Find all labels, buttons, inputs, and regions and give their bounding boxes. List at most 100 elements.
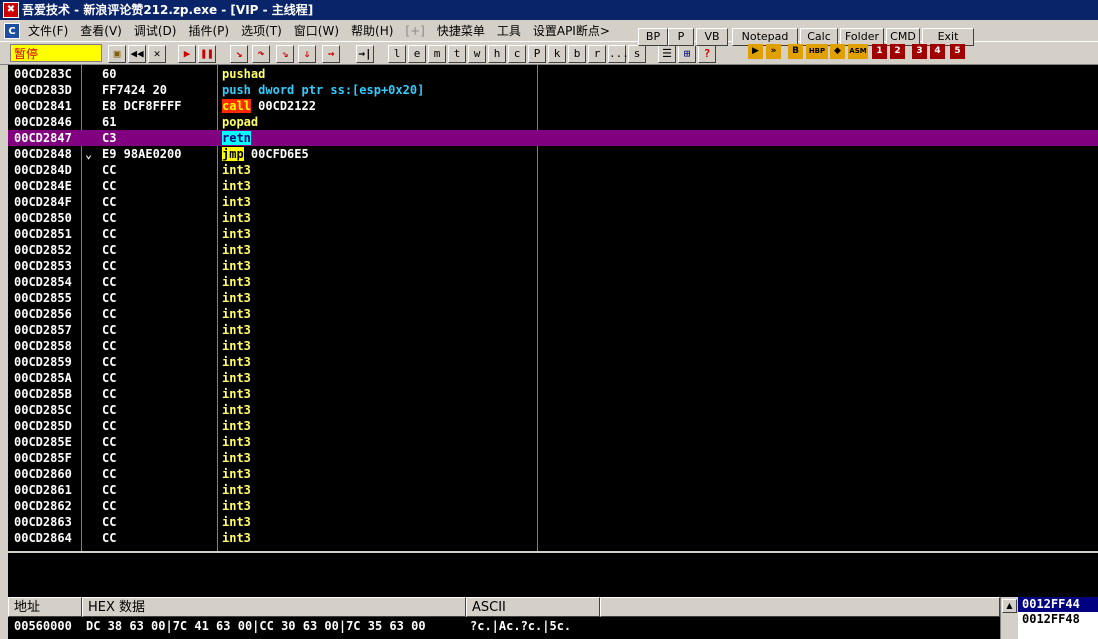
disasm-row[interactable]: 00CD285C CC int3 [8,402,1098,418]
close-icon[interactable]: ✕ [148,45,166,63]
cpu-window-icon[interactable]: C [4,22,20,39]
menu-window[interactable]: 窗口(W) [288,22,345,39]
toolbar-run-trace[interactable]: ... [608,45,629,63]
disasm-row[interactable]: 00CD285A CC int3 [8,370,1098,386]
disasm-instruction: call 00CD2122 [222,98,316,114]
options-icon[interactable]: ⊞ [678,45,696,63]
step-over-icon[interactable]: ↷ [252,45,270,63]
toolbar-callstack[interactable]: k [548,45,566,63]
stack-pane[interactable]: 0012FF44 0012FF48 [1018,597,1098,639]
list-icon[interactable]: ☰ [658,45,676,63]
execute-till-return-icon[interactable]: → [322,45,340,63]
trace-over-icon[interactable]: ⇓ [298,45,316,63]
menu-options[interactable]: 选项(T) [235,22,288,39]
toolbar-patches[interactable]: P [528,45,546,63]
toolbar-windows[interactable]: w [468,45,486,63]
disasm-row[interactable]: 00CD2861 CC int3 [8,482,1098,498]
disasm-address: 00CD283D [14,83,72,97]
gear-icon[interactable]: ◆ [830,44,845,59]
slot-1-icon[interactable]: 1 [872,44,887,59]
menu-view[interactable]: 查看(V) [74,22,128,39]
p-button[interactable]: P [668,28,694,46]
menu-debug[interactable]: 调试(D) [128,22,183,39]
stack-row[interactable]: 0012FF48 [1018,612,1098,627]
disasm-row[interactable]: 00CD2857 CC int3 [8,322,1098,338]
disasm-row[interactable]: 00CD2848 ⌄ E9 98AE0200 jmp 00CFD6E5 [8,146,1098,162]
disasm-row[interactable]: 00CD2859 CC int3 [8,354,1098,370]
bp-button[interactable]: BP [638,28,668,46]
slot-5-icon[interactable]: 5 [950,44,965,59]
dump-pane[interactable]: 00560000 DC 38 63 00|7C 41 63 00|CC 30 63… [8,617,1000,639]
script-icon[interactable]: B [788,44,803,59]
disasm-row[interactable]: 00CD285F CC int3 [8,450,1098,466]
vb-button[interactable]: VB [696,28,728,46]
disasm-row[interactable]: 00CD2851 CC int3 [8,226,1098,242]
toolbar-memory[interactable]: m [428,45,446,63]
toolbar-references[interactable]: r [588,45,606,63]
disasm-row[interactable]: 00CD2852 CC int3 [8,242,1098,258]
disasm-row[interactable]: 00CD2855 CC int3 [8,290,1098,306]
slot-3-icon[interactable]: 3 [912,44,927,59]
stack-row[interactable]: 0012FF44 [1018,597,1098,612]
menu-plugins[interactable]: 插件(P) [182,22,235,39]
disasm-row[interactable]: 00CD2862 CC int3 [8,498,1098,514]
toolbar-threads[interactable]: t [448,45,466,63]
toolbar-log[interactable]: l [388,45,406,63]
restart-icon[interactable]: ◀◀ [128,45,146,63]
disasm-row[interactable]: 00CD2860 CC int3 [8,466,1098,482]
menu-help[interactable]: 帮助(H) [345,22,399,39]
pause-icon[interactable]: ❚❚ [198,45,216,63]
disasm-row[interactable]: 00CD2858 CC int3 [8,338,1098,354]
disasm-row[interactable]: 00CD2853 CC int3 [8,258,1098,274]
disasm-mnemonic: int3 [222,179,251,193]
asm-icon[interactable]: ASM [848,44,868,59]
disasm-row[interactable]: 00CD284F CC int3 [8,194,1098,210]
toolbar-modules[interactable]: e [408,45,426,63]
menu-shortcuts[interactable]: 快捷菜单 [431,22,491,39]
open-icon[interactable]: ▣ [108,45,126,63]
disasm-row[interactable]: 00CD2850 CC int3 [8,210,1098,226]
dump-col-address[interactable]: 地址 [8,597,82,617]
menu-tools[interactable]: 工具 [491,22,527,39]
disasm-address: 00CD2859 [14,355,72,369]
disasm-row[interactable]: 00CD2864 CC int3 [8,530,1098,546]
slot-4-icon[interactable]: 4 [930,44,945,59]
disasm-row[interactable]: 00CD285E CC int3 [8,434,1098,450]
run-plugin-icon[interactable]: ▶ [748,44,763,59]
disasm-row[interactable]: 00CD283D FF7424 20 push dword ptr ss:[esp+… [8,82,1098,98]
disasm-mnemonic: int3 [222,259,251,273]
disasm-row[interactable]: 00CD2841 E8 DCF8FFFF call 00CD2122 [8,98,1098,114]
dump-col-ascii[interactable]: ASCII [466,597,600,617]
disasm-row[interactable]: 00CD285D CC int3 [8,418,1098,434]
run-icon[interactable]: ▶ [178,45,196,63]
hbp-icon[interactable]: HBP [806,44,828,59]
menu-plus[interactable]: [+] [399,24,430,38]
goto-icon[interactable]: →| [356,45,374,63]
menu-file[interactable]: 文件(F) [22,22,74,39]
toolbar-cpu[interactable]: c [508,45,526,63]
step-into-icon[interactable]: ↘ [230,45,248,63]
stack-scrollbar[interactable]: ▲ [1000,597,1018,639]
dump-col-hex[interactable]: HEX 数据 [82,597,466,617]
disasm-row[interactable]: 00CD2847 C3 retn [8,130,1098,146]
forward-icon[interactable]: » [766,44,781,59]
disasm-row[interactable]: 00CD2846 61 popad [8,114,1098,130]
disassembly-pane[interactable]: 00CD283C 60 pushad 00CD283D FF7424 20 push dw… [8,65,1098,551]
disasm-address: 00CD285F [14,451,72,465]
disasm-row[interactable]: 00CD284D CC int3 [8,162,1098,178]
disasm-row[interactable]: 00CD284E CC int3 [8,178,1098,194]
slot-2-icon[interactable]: 2 [890,44,905,59]
scroll-up-icon[interactable]: ▲ [1002,599,1017,613]
trace-into-icon[interactable]: ⇘ [276,45,294,63]
toolbar-breakpoints[interactable]: b [568,45,586,63]
disasm-row[interactable]: 00CD2856 CC int3 [8,306,1098,322]
toolbar-source[interactable]: s [628,45,646,63]
help-icon[interactable]: ? [698,45,716,63]
disasm-row[interactable]: 00CD2854 CC int3 [8,274,1098,290]
disasm-row[interactable]: 00CD283C 60 pushad [8,66,1098,82]
menu-api-breakpoints[interactable]: 设置API断点> [527,22,616,39]
toolbar-handles[interactable]: h [488,45,506,63]
disasm-address: 00CD2854 [14,275,72,289]
disasm-row[interactable]: 00CD285B CC int3 [8,386,1098,402]
disasm-row[interactable]: 00CD2863 CC int3 [8,514,1098,530]
